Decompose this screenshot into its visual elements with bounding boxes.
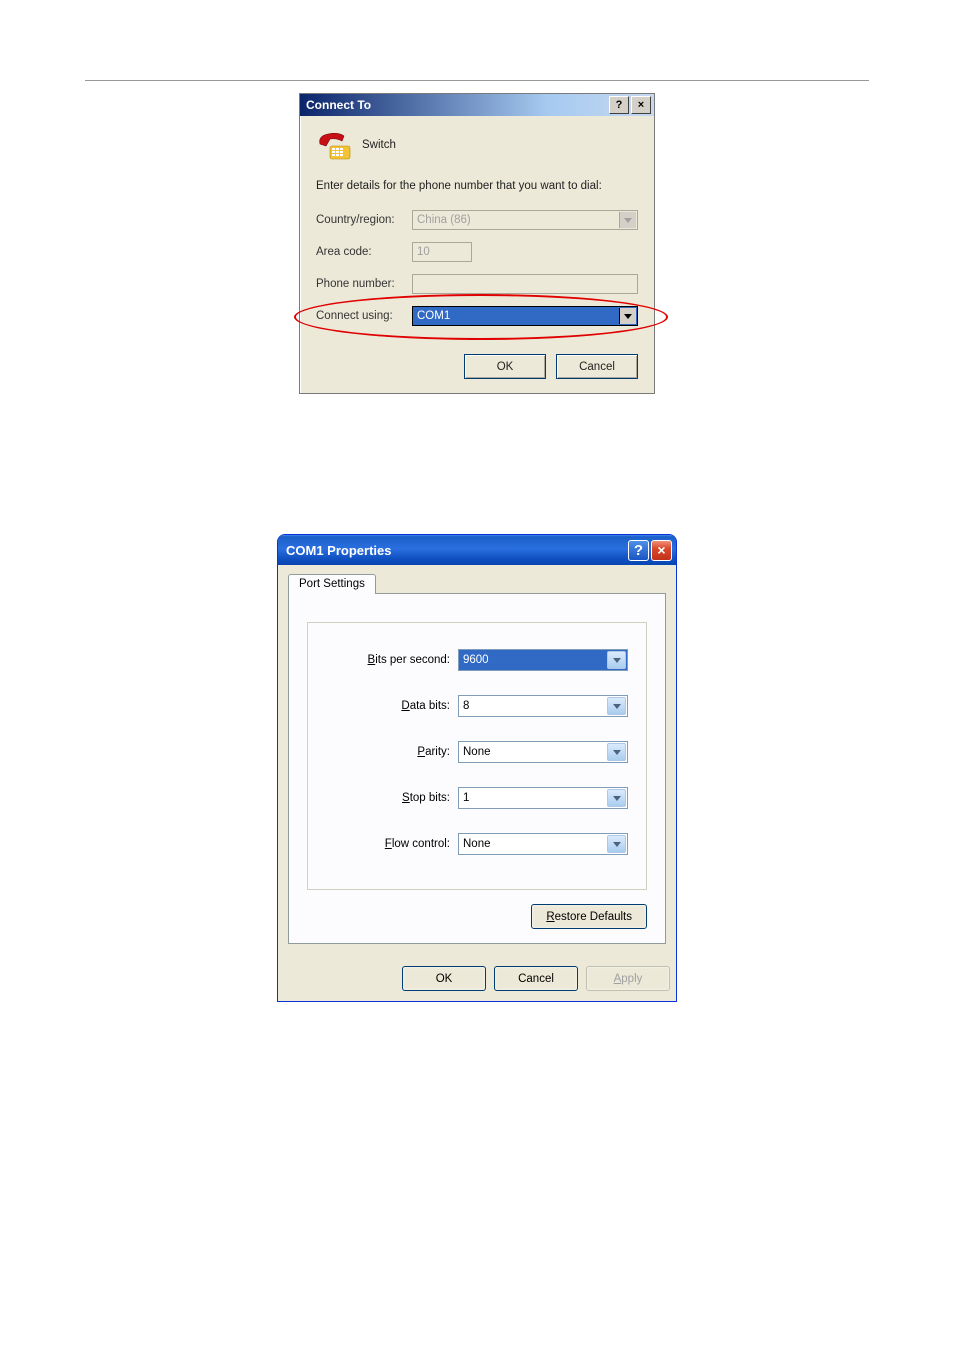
apply-button[interactable]: Apply <box>586 966 670 991</box>
connect-to-dialog: Connect To ? × Swit <box>299 93 655 394</box>
help-button[interactable]: ? <box>628 540 649 561</box>
connection-name: Switch <box>362 139 396 151</box>
cancel-button[interactable]: Cancel <box>556 354 638 379</box>
connect-using-label: Connect using: <box>316 310 412 322</box>
ok-button[interactable]: OK <box>402 966 486 991</box>
restore-defaults-button[interactable]: Restore Defaults <box>531 904 647 929</box>
help-button[interactable]: ? <box>609 96 629 114</box>
chevron-down-icon[interactable] <box>607 697 626 715</box>
data-bits-dropdown[interactable]: 8 <box>458 695 628 717</box>
stop-bits-label: Stop bits: <box>402 792 450 804</box>
area-code-input: 10 <box>412 242 472 262</box>
data-bits-value: 8 <box>463 700 469 712</box>
close-button[interactable]: × <box>651 540 672 561</box>
bits-per-second-value: 9600 <box>463 654 489 666</box>
stop-bits-dropdown[interactable]: 1 <box>458 787 628 809</box>
tab-port-settings[interactable]: Port Settings <box>288 574 376 594</box>
chevron-down-icon[interactable] <box>619 308 636 324</box>
connect-using-value: COM1 <box>417 310 450 322</box>
tab-panel: Bits per second: 9600 Data bits: 8 <box>288 594 666 944</box>
ok-button[interactable]: OK <box>464 354 546 379</box>
flow-control-label: Flow control: <box>385 838 450 850</box>
chevron-down-icon[interactable] <box>607 835 626 853</box>
titlebar: COM1 Properties ? × <box>278 535 676 565</box>
area-code-label: Area code: <box>316 246 412 258</box>
chevron-down-icon[interactable] <box>607 743 626 761</box>
phone-icon <box>316 128 354 162</box>
bits-per-second-dropdown[interactable]: 9600 <box>458 649 628 671</box>
settings-group: Bits per second: 9600 Data bits: 8 <box>307 622 647 890</box>
com1-properties-dialog: COM1 Properties ? × Port Settings Bits p… <box>277 534 677 1002</box>
country-value: China (86) <box>417 214 471 226</box>
titlebar: Connect To ? × <box>300 94 654 116</box>
cancel-button[interactable]: Cancel <box>494 966 578 991</box>
tab-strip: Port Settings <box>288 573 666 594</box>
connect-using-dropdown[interactable]: COM1 <box>412 306 638 326</box>
chevron-down-icon <box>619 212 636 228</box>
parity-label: Parity: <box>417 746 450 758</box>
flow-control-value: None <box>463 838 491 850</box>
bits-per-second-label: Bits per second: <box>368 654 450 666</box>
chevron-down-icon[interactable] <box>607 789 626 807</box>
area-code-value: 10 <box>417 246 430 258</box>
parity-dropdown[interactable]: None <box>458 741 628 763</box>
instruction-text: Enter details for the phone number that … <box>316 180 638 192</box>
parity-value: None <box>463 746 491 758</box>
country-label: Country/region: <box>316 214 412 226</box>
chevron-down-icon[interactable] <box>607 651 626 669</box>
phone-number-input <box>412 274 638 294</box>
flow-control-dropdown[interactable]: None <box>458 833 628 855</box>
stop-bits-value: 1 <box>463 792 469 804</box>
data-bits-label: Data bits: <box>401 700 450 712</box>
country-dropdown: China (86) <box>412 210 638 230</box>
window-title: Connect To <box>306 98 371 112</box>
window-title: COM1 Properties <box>286 543 391 558</box>
close-button[interactable]: × <box>631 96 651 114</box>
phone-number-label: Phone number: <box>316 278 412 290</box>
